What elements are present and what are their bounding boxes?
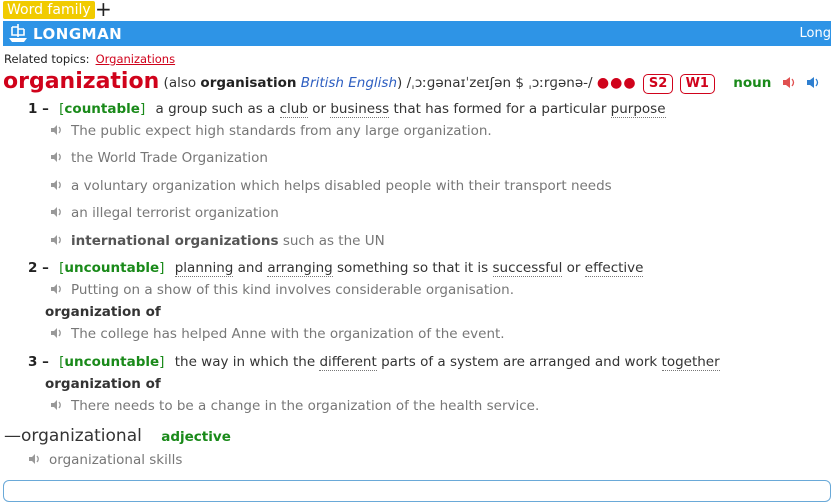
example: an illegal terrorist organization: [50, 205, 279, 221]
def-text: or: [562, 260, 585, 276]
example: a voluntary organization which helps dis…: [50, 178, 612, 194]
frequency-dots: ●●●: [596, 75, 637, 91]
sense-number: 2 –: [28, 260, 49, 276]
speaker-icon[interactable]: [50, 327, 64, 339]
grammar-label: [countable]: [59, 101, 146, 117]
related-topic-link[interactable]: Organizations: [96, 52, 176, 66]
part-of-speech: noun: [733, 75, 772, 91]
pronunciation: ) /ˌɔːɡənaɪˈzeɪʃən $ ˌɔːrɡənə-/: [397, 75, 593, 91]
brand-title: LONGMAN: [33, 25, 123, 43]
example-text: organizational skills: [49, 452, 183, 468]
example-text: There needs to be a change in the organi…: [71, 398, 540, 414]
bottom-panel: [3, 480, 831, 502]
definition: the way in which the different parts of …: [175, 354, 720, 371]
derived-word: —organizational adjective: [4, 426, 231, 446]
def-link[interactable]: together: [661, 354, 720, 371]
speaker-icon[interactable]: [50, 179, 64, 191]
derived-example: organizational skills: [28, 452, 182, 468]
ship-logo-icon: [9, 24, 27, 42]
def-link[interactable]: planning: [174, 260, 234, 277]
example: international organizations such as the …: [50, 233, 385, 249]
sense-2: 2 – [uncountable] planning and arranging…: [28, 260, 644, 277]
def-text: parts of a system are arranged and work: [376, 354, 662, 370]
def-link[interactable]: business: [330, 101, 390, 118]
derived-part-of-speech: adjective: [161, 429, 231, 445]
variant-spelling: organisation: [200, 75, 297, 91]
headword-line: organization (also organisation British …: [3, 69, 820, 94]
def-link[interactable]: different: [319, 354, 377, 371]
related-topics-label: Related topics:: [4, 52, 90, 66]
headword: organization: [3, 69, 160, 94]
related-topics: Related topics: Organizations: [4, 52, 175, 66]
speaker-icon[interactable]: [50, 283, 64, 295]
example-text: Putting on a show of this kind involves …: [71, 282, 515, 298]
example-text: a voluntary organization which helps dis…: [71, 178, 612, 194]
example-text: the World Trade Organization: [71, 150, 268, 166]
speaker-icon[interactable]: [50, 206, 64, 218]
example-text: The college has helped Anne with the org…: [71, 326, 505, 342]
def-text: the way in which the: [174, 354, 320, 370]
grammar-label: [uncountable]: [59, 260, 165, 276]
example: The public expect high standards from an…: [50, 123, 492, 139]
example: the World Trade Organization: [50, 150, 268, 166]
grammar-code: countable: [64, 101, 140, 117]
def-link[interactable]: arranging: [267, 260, 333, 277]
def-text: something so that it is: [332, 260, 493, 276]
dictionary-header: LONGMAN Long: [3, 21, 831, 46]
example-text: such as the UN: [278, 233, 385, 249]
collocation-heading: organization of: [45, 376, 161, 392]
def-link[interactable]: effective: [584, 260, 644, 277]
speaker-icon[interactable]: [50, 124, 64, 136]
def-text: and: [233, 260, 268, 276]
def-link[interactable]: club: [279, 101, 308, 118]
example-text: an illegal terrorist organization: [71, 205, 279, 221]
sense-3: 3 – [uncountable] the way in which the d…: [28, 354, 720, 371]
def-text: a group such as a: [155, 101, 280, 117]
variant-region: British English: [300, 75, 398, 91]
speaker-icon[interactable]: [50, 399, 64, 411]
collocation-bold: international organizations: [71, 233, 279, 249]
example-text: The public expect high standards from an…: [71, 123, 492, 139]
spoken-frequency-badge: S2: [642, 74, 674, 94]
definition: a group such as a club or business that …: [156, 101, 666, 118]
example: The college has helped Anne with the org…: [50, 326, 505, 342]
sense-number: 1 –: [28, 101, 49, 117]
def-link[interactable]: successful: [492, 260, 563, 277]
grammar-code: uncountable: [64, 260, 160, 276]
derived-headword: —organizational: [4, 426, 142, 446]
definition: planning and arranging something so that…: [174, 260, 644, 277]
tab-bar: Word family +: [0, 0, 831, 20]
def-text: or: [307, 101, 331, 117]
grammar-code: uncountable: [64, 354, 160, 370]
written-frequency-badge: W1: [679, 74, 715, 94]
speaker-icon[interactable]: [50, 151, 64, 163]
speaker-uk-icon[interactable]: [782, 76, 796, 89]
example: There needs to be a change in the organi…: [50, 398, 539, 414]
speaker-icon[interactable]: [28, 453, 42, 465]
also-open: (also: [163, 75, 201, 91]
def-text: that has formed for a particular: [389, 101, 611, 117]
sense-1: 1 – [countable] a group such as a club o…: [28, 101, 666, 118]
sense-number: 3 –: [28, 354, 49, 370]
header-right-text: Long: [799, 26, 831, 41]
example: Putting on a show of this kind involves …: [50, 282, 514, 298]
grammar-label: [uncountable]: [59, 354, 165, 370]
add-tab-button[interactable]: +: [95, 0, 112, 19]
speaker-icon[interactable]: [50, 234, 64, 246]
def-link[interactable]: purpose: [610, 101, 666, 118]
collocation-heading: organization of: [45, 304, 161, 320]
tab-word-family[interactable]: Word family: [3, 1, 95, 19]
speaker-us-icon[interactable]: [806, 76, 820, 89]
